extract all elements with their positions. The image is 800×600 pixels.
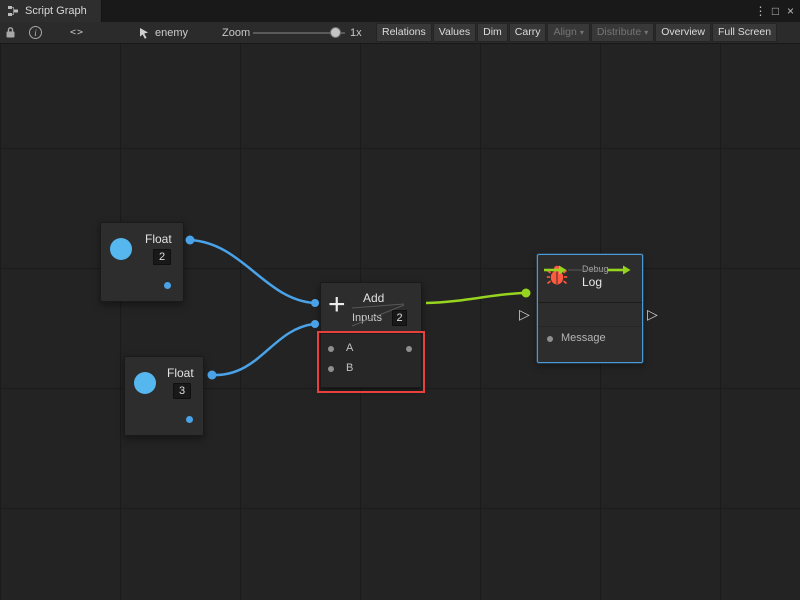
flow-input-triangle[interactable]: ▷: [519, 307, 530, 321]
carry-button[interactable]: Carry: [509, 23, 547, 42]
graph-name-label: enemy: [155, 27, 188, 39]
lock-icon[interactable]: [5, 22, 16, 43]
chevron-down-icon: ▾: [644, 24, 648, 41]
chevron-down-icon: ▾: [580, 24, 584, 41]
divider: [538, 326, 642, 327]
fullscreen-button[interactable]: Full Screen: [712, 23, 777, 42]
kebab-menu-icon[interactable]: ⋮: [753, 0, 768, 22]
input-port-b[interactable]: [328, 366, 334, 372]
float-icon: [134, 372, 156, 394]
close-icon[interactable]: ×: [783, 0, 798, 22]
tab-script-graph[interactable]: Script Graph: [0, 0, 102, 22]
inputs-label: Inputs: [352, 312, 382, 324]
distribute-label: Distribute: [597, 24, 641, 41]
tab-label: Script Graph: [25, 5, 87, 17]
node-title: Float: [145, 232, 172, 246]
float-node-2[interactable]: Float 3: [124, 356, 204, 436]
divider: [538, 302, 642, 303]
window-titlebar: Script Graph ⋮ □ ×: [0, 0, 800, 22]
add-node-ports: A B: [321, 333, 421, 387]
message-input-port[interactable]: [547, 336, 553, 342]
code-toggle-button[interactable]: <>: [70, 22, 84, 43]
input-port-a[interactable]: [328, 346, 334, 352]
graph-pointer-icon: [138, 27, 150, 39]
align-button[interactable]: Align ▾: [547, 23, 589, 42]
node-title: Add: [363, 291, 384, 305]
flow-output-triangle[interactable]: ▷: [647, 307, 658, 321]
float-output-port[interactable]: [164, 282, 171, 289]
zoom-slider-knob[interactable]: [330, 27, 341, 38]
float-icon: [110, 238, 132, 260]
window-controls: ⋮ □ ×: [753, 0, 798, 22]
values-button[interactable]: Values: [433, 23, 476, 42]
padlock-icon: [5, 26, 16, 39]
node-title: Float: [167, 366, 194, 380]
relations-button[interactable]: Relations: [376, 23, 432, 42]
debug-log-node[interactable]: Debug Log Message: [537, 254, 643, 363]
float-output-port[interactable]: [186, 416, 193, 423]
float-value-field[interactable]: 3: [173, 383, 191, 399]
add-node-header: + Add Inputs 2: [321, 283, 421, 333]
overview-button[interactable]: Overview: [655, 23, 711, 42]
add-node[interactable]: + Add Inputs 2 A B: [320, 282, 422, 388]
zoom-label: Zoom: [222, 22, 250, 43]
graph-breadcrumb[interactable]: enemy: [138, 22, 188, 43]
info-icon[interactable]: i: [29, 22, 42, 43]
info-glyph: i: [29, 26, 42, 39]
message-port-label: Message: [561, 332, 606, 344]
node-category: Debug: [582, 264, 609, 274]
plus-icon: +: [328, 285, 346, 324]
float-node-1[interactable]: Float 2: [100, 222, 184, 302]
toolbar-buttons: Relations Values Dim Carry Align ▾ Distr…: [376, 22, 799, 43]
script-graph-icon: [7, 5, 19, 17]
port-b-label: B: [346, 362, 353, 374]
zoom-slider[interactable]: [253, 22, 345, 43]
node-title: Log: [582, 275, 602, 289]
graph-canvas[interactable]: Float 2 Float 3 + Add Inputs 2 A B: [0, 44, 800, 600]
inputs-count-field[interactable]: 2: [392, 310, 407, 326]
dim-button[interactable]: Dim: [477, 23, 508, 42]
bug-icon: [546, 264, 568, 286]
align-label: Align: [553, 24, 576, 41]
port-a-label: A: [346, 342, 353, 354]
maximize-icon[interactable]: □: [768, 0, 783, 22]
distribute-button[interactable]: Distribute ▾: [591, 23, 654, 42]
zoom-value: 1x: [350, 22, 362, 43]
graph-toolbar: i <> enemy Zoom 1x Relations Values Dim …: [0, 22, 800, 44]
output-port-sum[interactable]: [406, 346, 412, 352]
float-value-field[interactable]: 2: [153, 249, 171, 265]
